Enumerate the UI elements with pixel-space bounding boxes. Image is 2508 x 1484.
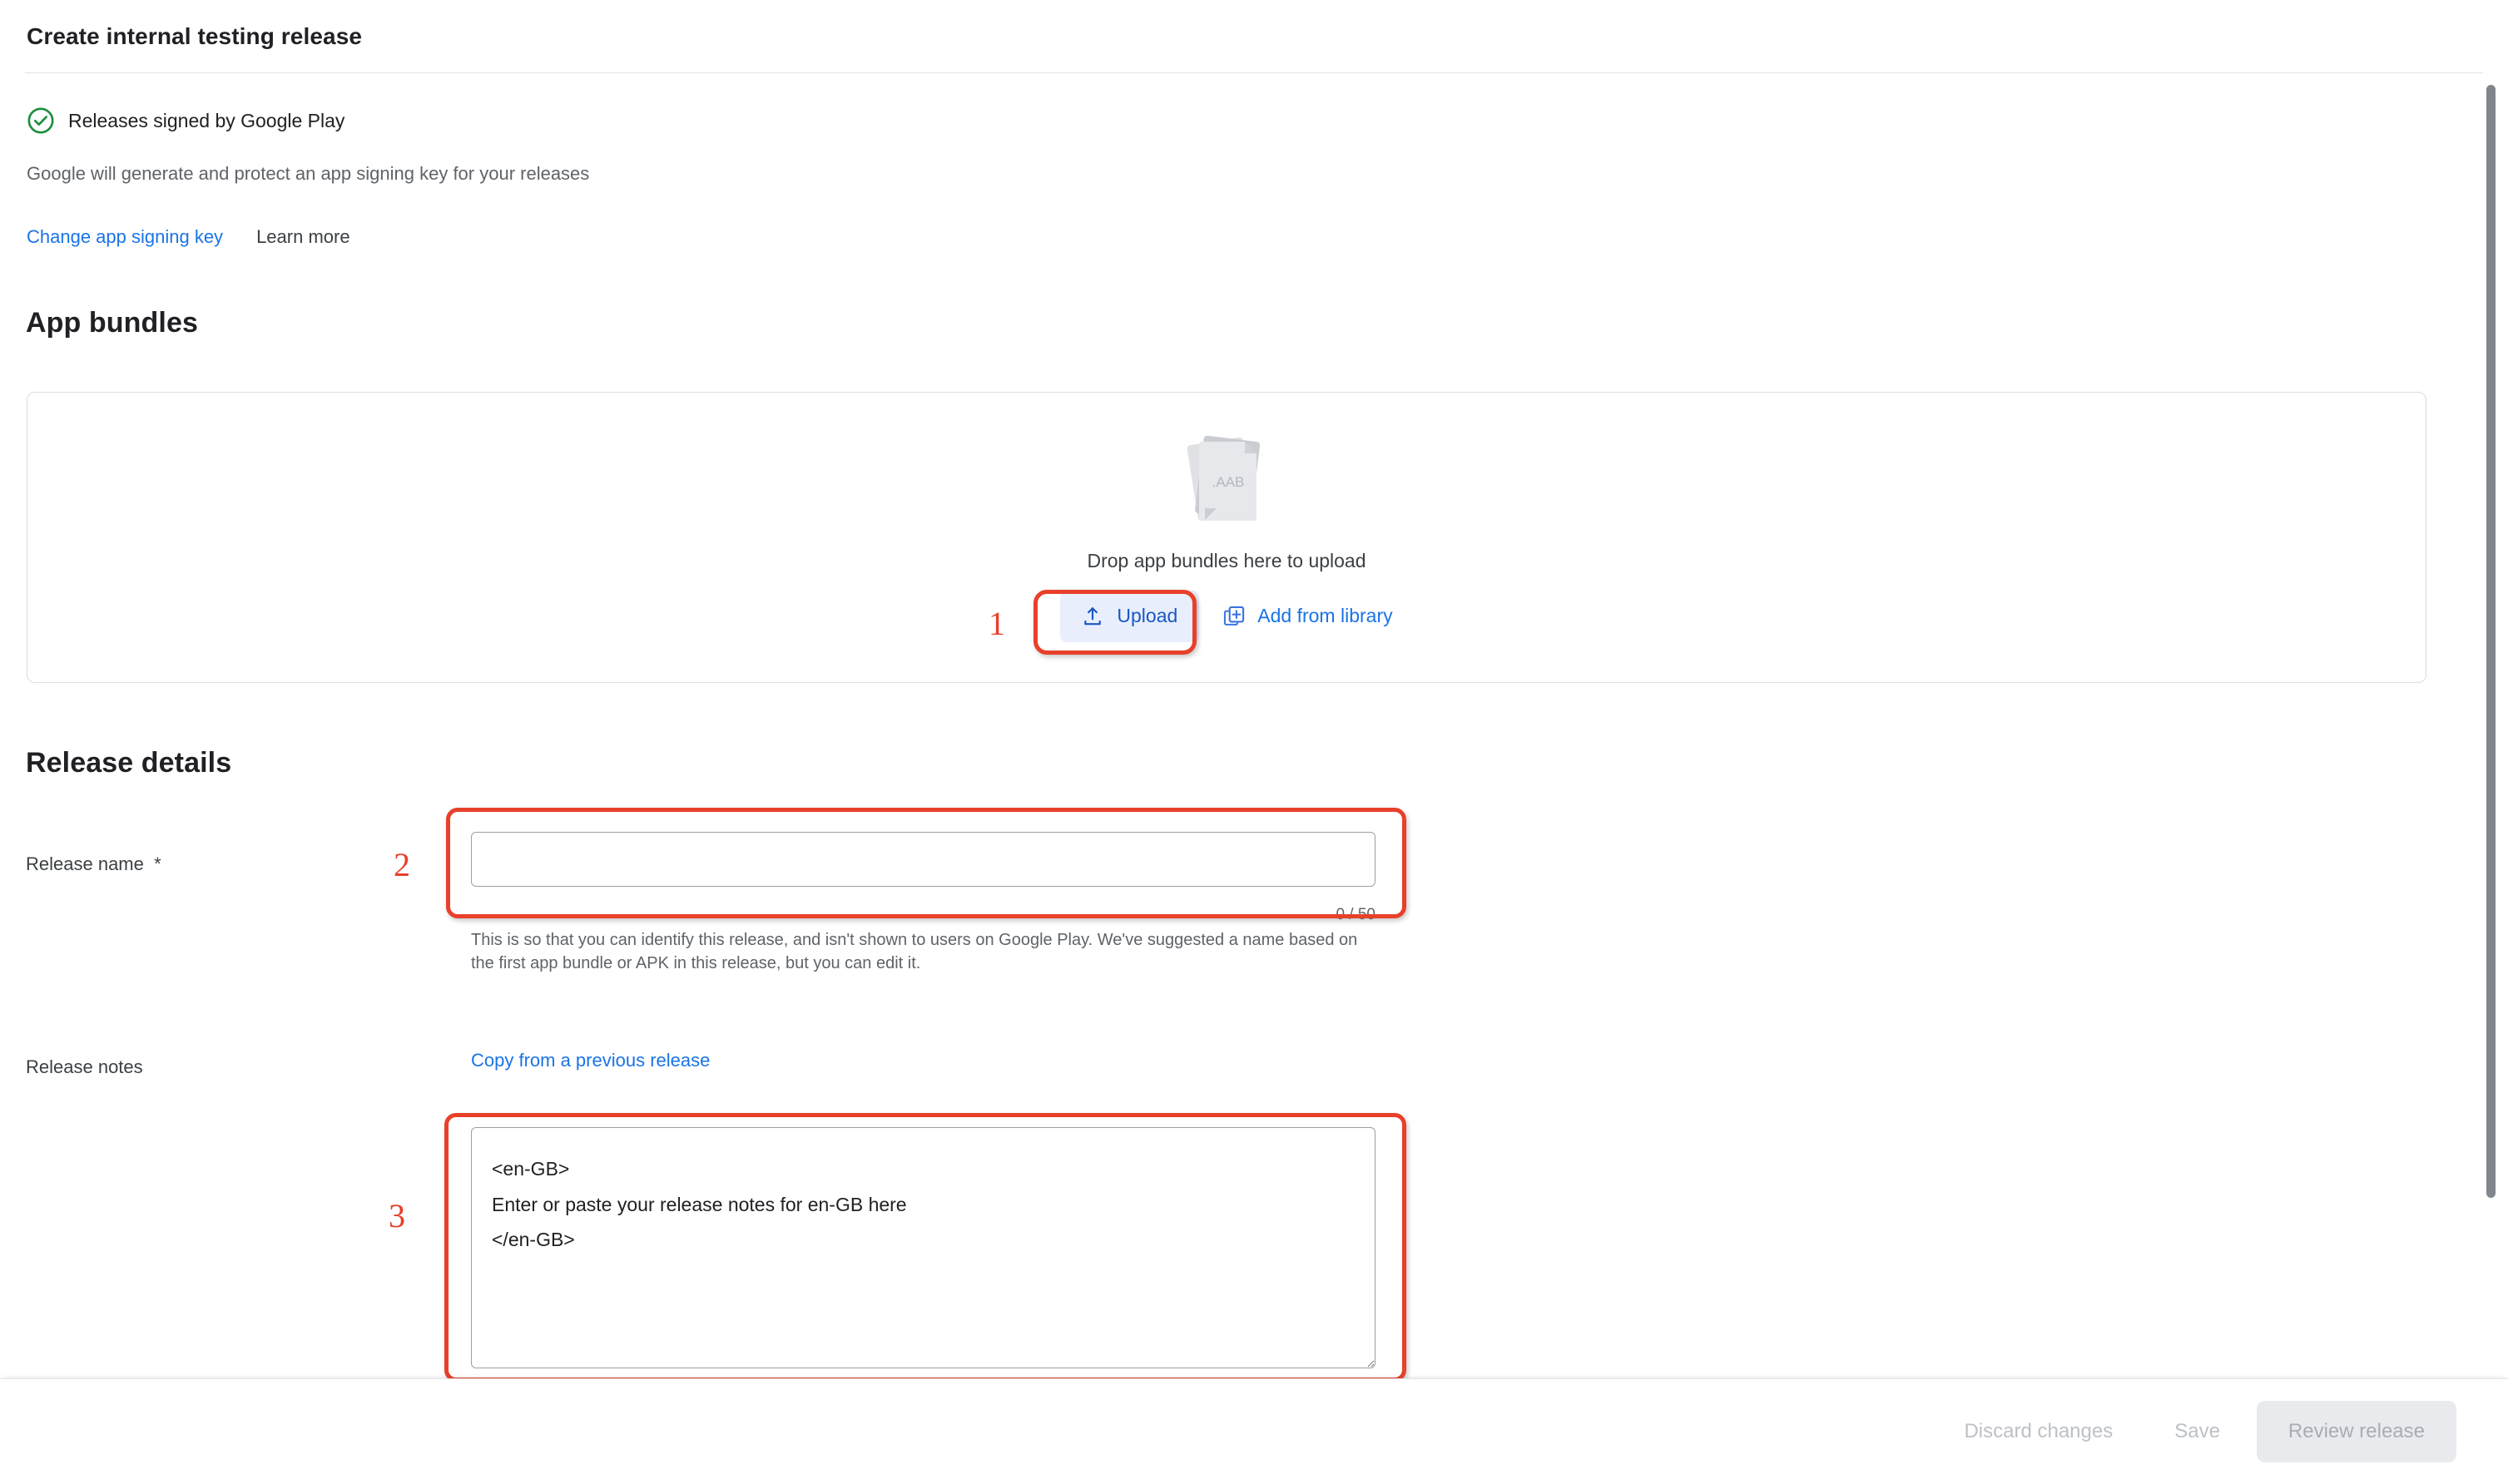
- release-notes-label: Release notes: [26, 1056, 143, 1077]
- signing-status-row: Releases signed by Google Play: [27, 106, 344, 135]
- change-app-signing-key-link[interactable]: Change app signing key: [27, 226, 223, 248]
- check-circle-icon: [27, 106, 55, 135]
- add-from-library-label: Add from library: [1257, 605, 1393, 626]
- annotation-number-1: 1: [989, 605, 1005, 642]
- copy-from-previous-release-link[interactable]: Copy from a previous release: [471, 1050, 710, 1071]
- dropzone-content: .AAB Drop app bundles here to upload Upl…: [27, 393, 2426, 682]
- required-marker: *: [154, 853, 161, 874]
- signing-description: Google will generate and protect an app …: [27, 163, 590, 184]
- signing-links: Change app signing key Learn more: [27, 226, 350, 248]
- app-bundles-dropzone[interactable]: .AAB Drop app bundles here to upload Upl…: [27, 392, 2426, 683]
- discard-changes-button[interactable]: Discard changes: [1939, 1405, 2138, 1458]
- vertical-scrollbar-track[interactable]: [2486, 0, 2503, 1373]
- page-title: Create internal testing release: [27, 23, 363, 49]
- aab-file-icon: .AAB: [1180, 433, 1273, 550]
- svg-text:.AAB: .AAB: [1212, 474, 1245, 490]
- review-release-button[interactable]: Review release: [2256, 1401, 2456, 1462]
- release-name-label: Release name *: [26, 853, 161, 875]
- signing-status-text: Releases signed by Google Play: [68, 109, 345, 131]
- page-header: Create internal testing release: [0, 0, 2508, 73]
- dropzone-instruction: Drop app bundles here to upload: [1087, 549, 1366, 571]
- annotation-number-3: 3: [389, 1197, 405, 1234]
- upload-icon: [1082, 606, 1103, 627]
- bottom-action-bar: Discard changes Save Review release: [0, 1378, 2508, 1484]
- vertical-scrollbar-thumb[interactable]: [2486, 85, 2496, 1198]
- save-button[interactable]: Save: [2149, 1405, 2245, 1458]
- upload-button[interactable]: Upload: [1060, 590, 1200, 642]
- release-name-label-text: Release name: [26, 853, 144, 874]
- learn-more-link[interactable]: Learn more: [256, 226, 350, 248]
- release-name-input[interactable]: [471, 832, 1375, 887]
- release-details-heading: Release details: [26, 747, 232, 779]
- release-name-helper-text: This is so that you can identify this re…: [471, 931, 1358, 973]
- upload-button-label: Upload: [1117, 605, 1178, 626]
- page-root: Create internal testing release Releases…: [0, 0, 2508, 1484]
- release-notes-textarea[interactable]: [471, 1127, 1375, 1368]
- app-bundles-heading: App bundles: [26, 307, 198, 339]
- release-name-char-counter: 0 / 50: [1336, 906, 1375, 923]
- library-add-icon: [1222, 605, 1246, 628]
- dropzone-actions: Upload Add from library: [1060, 590, 1393, 642]
- header-divider: [25, 72, 2483, 73]
- annotation-number-2: 2: [394, 846, 410, 883]
- add-from-library-button[interactable]: Add from library: [1222, 605, 1393, 628]
